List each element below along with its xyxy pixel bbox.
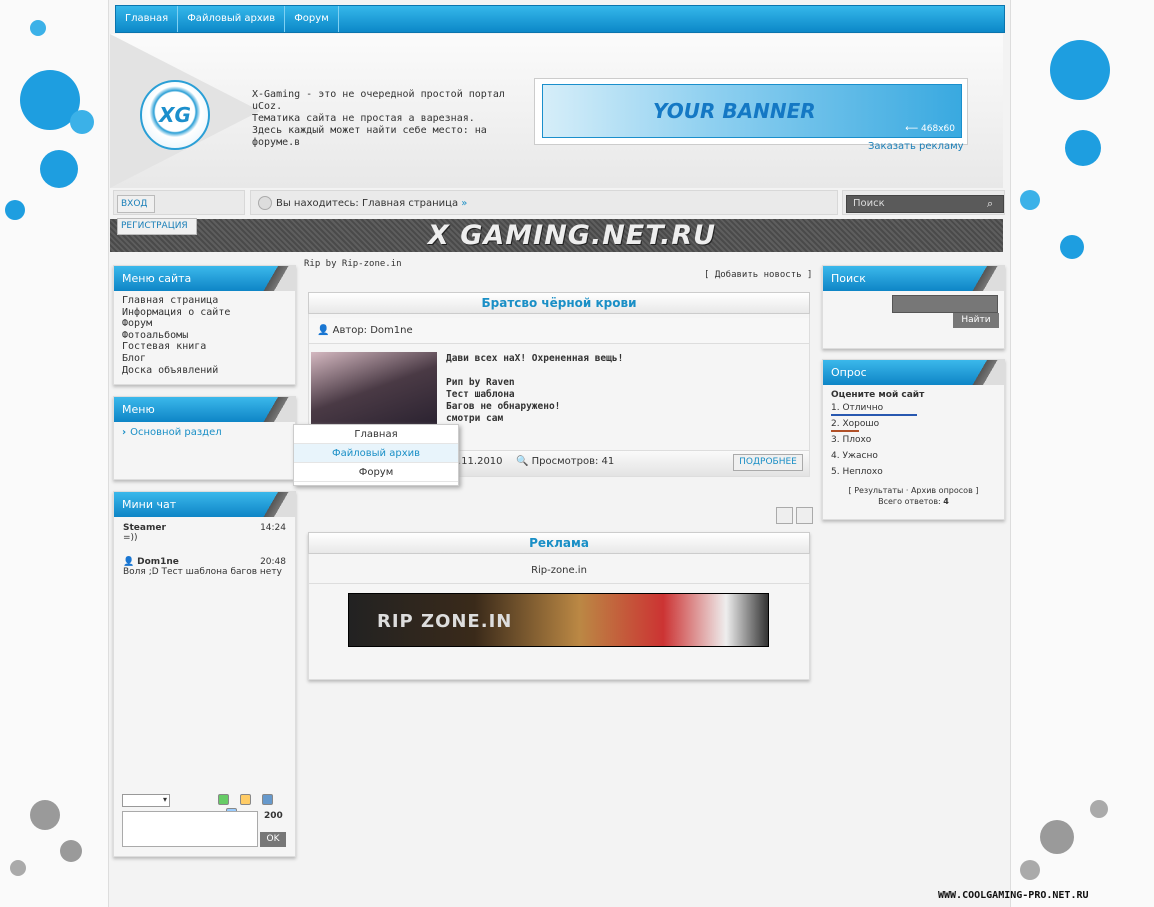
breadcrumb: Вы находитесь: Главная страница » (258, 196, 467, 210)
views-icon: 🔍 (516, 456, 529, 467)
site-menu-item-home[interactable]: Главная страница (114, 295, 295, 307)
poll-option[interactable]: 3. Плохо (823, 432, 1004, 448)
order-ad-link[interactable]: Заказать рекламу (868, 141, 964, 152)
post-views: 🔍 Просмотров: 41 (516, 456, 615, 467)
poll-total: Всего ответов: 4 (878, 497, 949, 506)
title-stripe: X GAMING.NET.RU (110, 219, 1003, 252)
chat-message-input[interactable] (122, 811, 258, 847)
post-title[interactable]: Братсво чёрной крови (308, 292, 810, 314)
bold-icon[interactable] (262, 794, 274, 805)
register-button[interactable]: РЕГИСТРАЦИЯ (117, 218, 197, 235)
read-more-button[interactable]: ПОДРОБНЕЕ (733, 454, 803, 471)
chat-message: 👤 Dom1ne 20:48 (123, 557, 286, 567)
poll-option[interactable]: 2. Хорошо (823, 416, 1004, 432)
poll-option[interactable]: 5. Неплохо (823, 464, 1004, 480)
site-menu-item-blog[interactable]: Блог (114, 353, 295, 365)
site-menu-item-guestbook[interactable]: Гостевая книга (114, 341, 295, 353)
menu-title: Меню (114, 397, 295, 422)
ad-site-name: Rip-zone.in (309, 558, 809, 584)
char-counter: 200 (264, 811, 283, 821)
user-icon: 👤 (317, 325, 330, 336)
search-panel: Поиск Найти (822, 265, 1005, 349)
search-panel-title: Поиск (823, 266, 1004, 291)
site-menu-item-photos[interactable]: Фотоальбомы (114, 330, 295, 342)
site-menu-item-forum[interactable]: Форум (114, 318, 295, 330)
poll-links: [ Результаты · Архив опросов ] (848, 486, 979, 495)
site-menu-title: Меню сайта (114, 266, 295, 291)
ad-title: Реклама (308, 532, 810, 554)
ad-banner[interactable]: YOUR BANNER ⟵ 468x60 (542, 84, 962, 138)
nav-item-file-archive[interactable]: Файловый архив (178, 6, 286, 32)
dropdown-item-forum[interactable]: Форум (294, 463, 458, 482)
dropdown-item-home[interactable]: Главная (294, 425, 458, 444)
chat-user[interactable]: Steamer (123, 523, 166, 533)
site-menu-panel: Меню сайта Главная страница Информация о… (113, 265, 296, 385)
author-name[interactable]: Dom1ne (370, 325, 412, 336)
ripzone-banner[interactable]: RIP ZONE.IN (348, 593, 769, 647)
top-nav: Главная Файловый архив Форум (115, 5, 1005, 33)
poll-results-link[interactable]: Результаты (854, 486, 903, 495)
nav-item-forum[interactable]: Форум (285, 6, 339, 32)
breadcrumb-icon (258, 196, 272, 210)
poll-archive-link[interactable]: Архив опросов (911, 486, 973, 495)
post-body: Дави всех наХ! Охрененная вещь! Рип by R… (446, 353, 624, 424)
user-icon: 👤 (123, 557, 135, 567)
site-menu-item-about[interactable]: Информация о сайте (114, 307, 295, 319)
smiley-icon[interactable] (240, 794, 252, 805)
watermark: WWW.COOLGAMING-PRO.NET.RU (938, 890, 1089, 901)
site-intro: X-Gaming - это не очередной простой порт… (252, 89, 505, 148)
rss-icon[interactable] (796, 507, 813, 524)
dropdown-menu: Главная Файловый архив Форум (293, 424, 459, 486)
chat-text: Воля ;D Тест шаблона багов нету (123, 567, 282, 577)
poll-option[interactable]: 4. Ужасно (823, 448, 1004, 464)
search-panel-input[interactable] (892, 295, 998, 313)
chat-time: 14:24 (260, 523, 286, 533)
site-menu-item-board[interactable]: Доска объявлений (114, 365, 295, 377)
banner-size: ⟵ 468x60 (905, 124, 955, 134)
nav-item-home[interactable]: Главная (116, 6, 179, 32)
site-title: X GAMING.NET.RU (428, 220, 717, 251)
login-button[interactable]: ВХОД (117, 195, 155, 213)
menu-panel: Меню › Основной раздел (113, 396, 296, 480)
post-date: .11.2010 (458, 456, 503, 467)
post-thumbnail[interactable] (311, 352, 437, 426)
chat-send-button[interactable]: OK (260, 832, 286, 847)
poll-title: Опрос (823, 360, 1004, 385)
poll-panel: Опрос Оцените мой сайт 1. Отлично 2. Хор… (822, 359, 1005, 520)
rip-label: Rip by Rip-zone.in (304, 259, 402, 269)
dropdown-item-file-archive[interactable]: Файловый архив (294, 444, 458, 463)
menu-item-main-section[interactable]: › Основной раздел (114, 422, 295, 443)
poll-question: Оцените мой сайт (831, 390, 925, 400)
smiley-select[interactable]: ▾ (122, 794, 170, 807)
refresh-icon[interactable] (218, 794, 229, 805)
chevron-right-icon: › (122, 427, 127, 438)
site-logo[interactable]: XG (140, 80, 210, 150)
search-panel-button[interactable]: Найти (953, 313, 999, 328)
post-author: 👤 Автор: Dom1ne (309, 318, 809, 344)
minichat-panel: Мини чат Steamer 14:24 =)) 👤 Dom1ne 20:4… (113, 491, 296, 857)
chat-message: Steamer 14:24 (123, 523, 286, 533)
search-icon[interactable]: ⌕ (987, 197, 993, 211)
chat-user[interactable]: Dom1ne (137, 557, 179, 567)
chat-text: =)) (123, 533, 138, 543)
banner-text: YOUR BANNER (653, 99, 816, 123)
search-input[interactable]: Поиск (846, 195, 1004, 213)
view-icon[interactable] (776, 507, 793, 524)
minichat-title: Мини чат (114, 492, 295, 517)
add-news-link[interactable]: [ Добавить новость ] (704, 270, 812, 280)
chat-time: 20:48 (260, 557, 286, 567)
